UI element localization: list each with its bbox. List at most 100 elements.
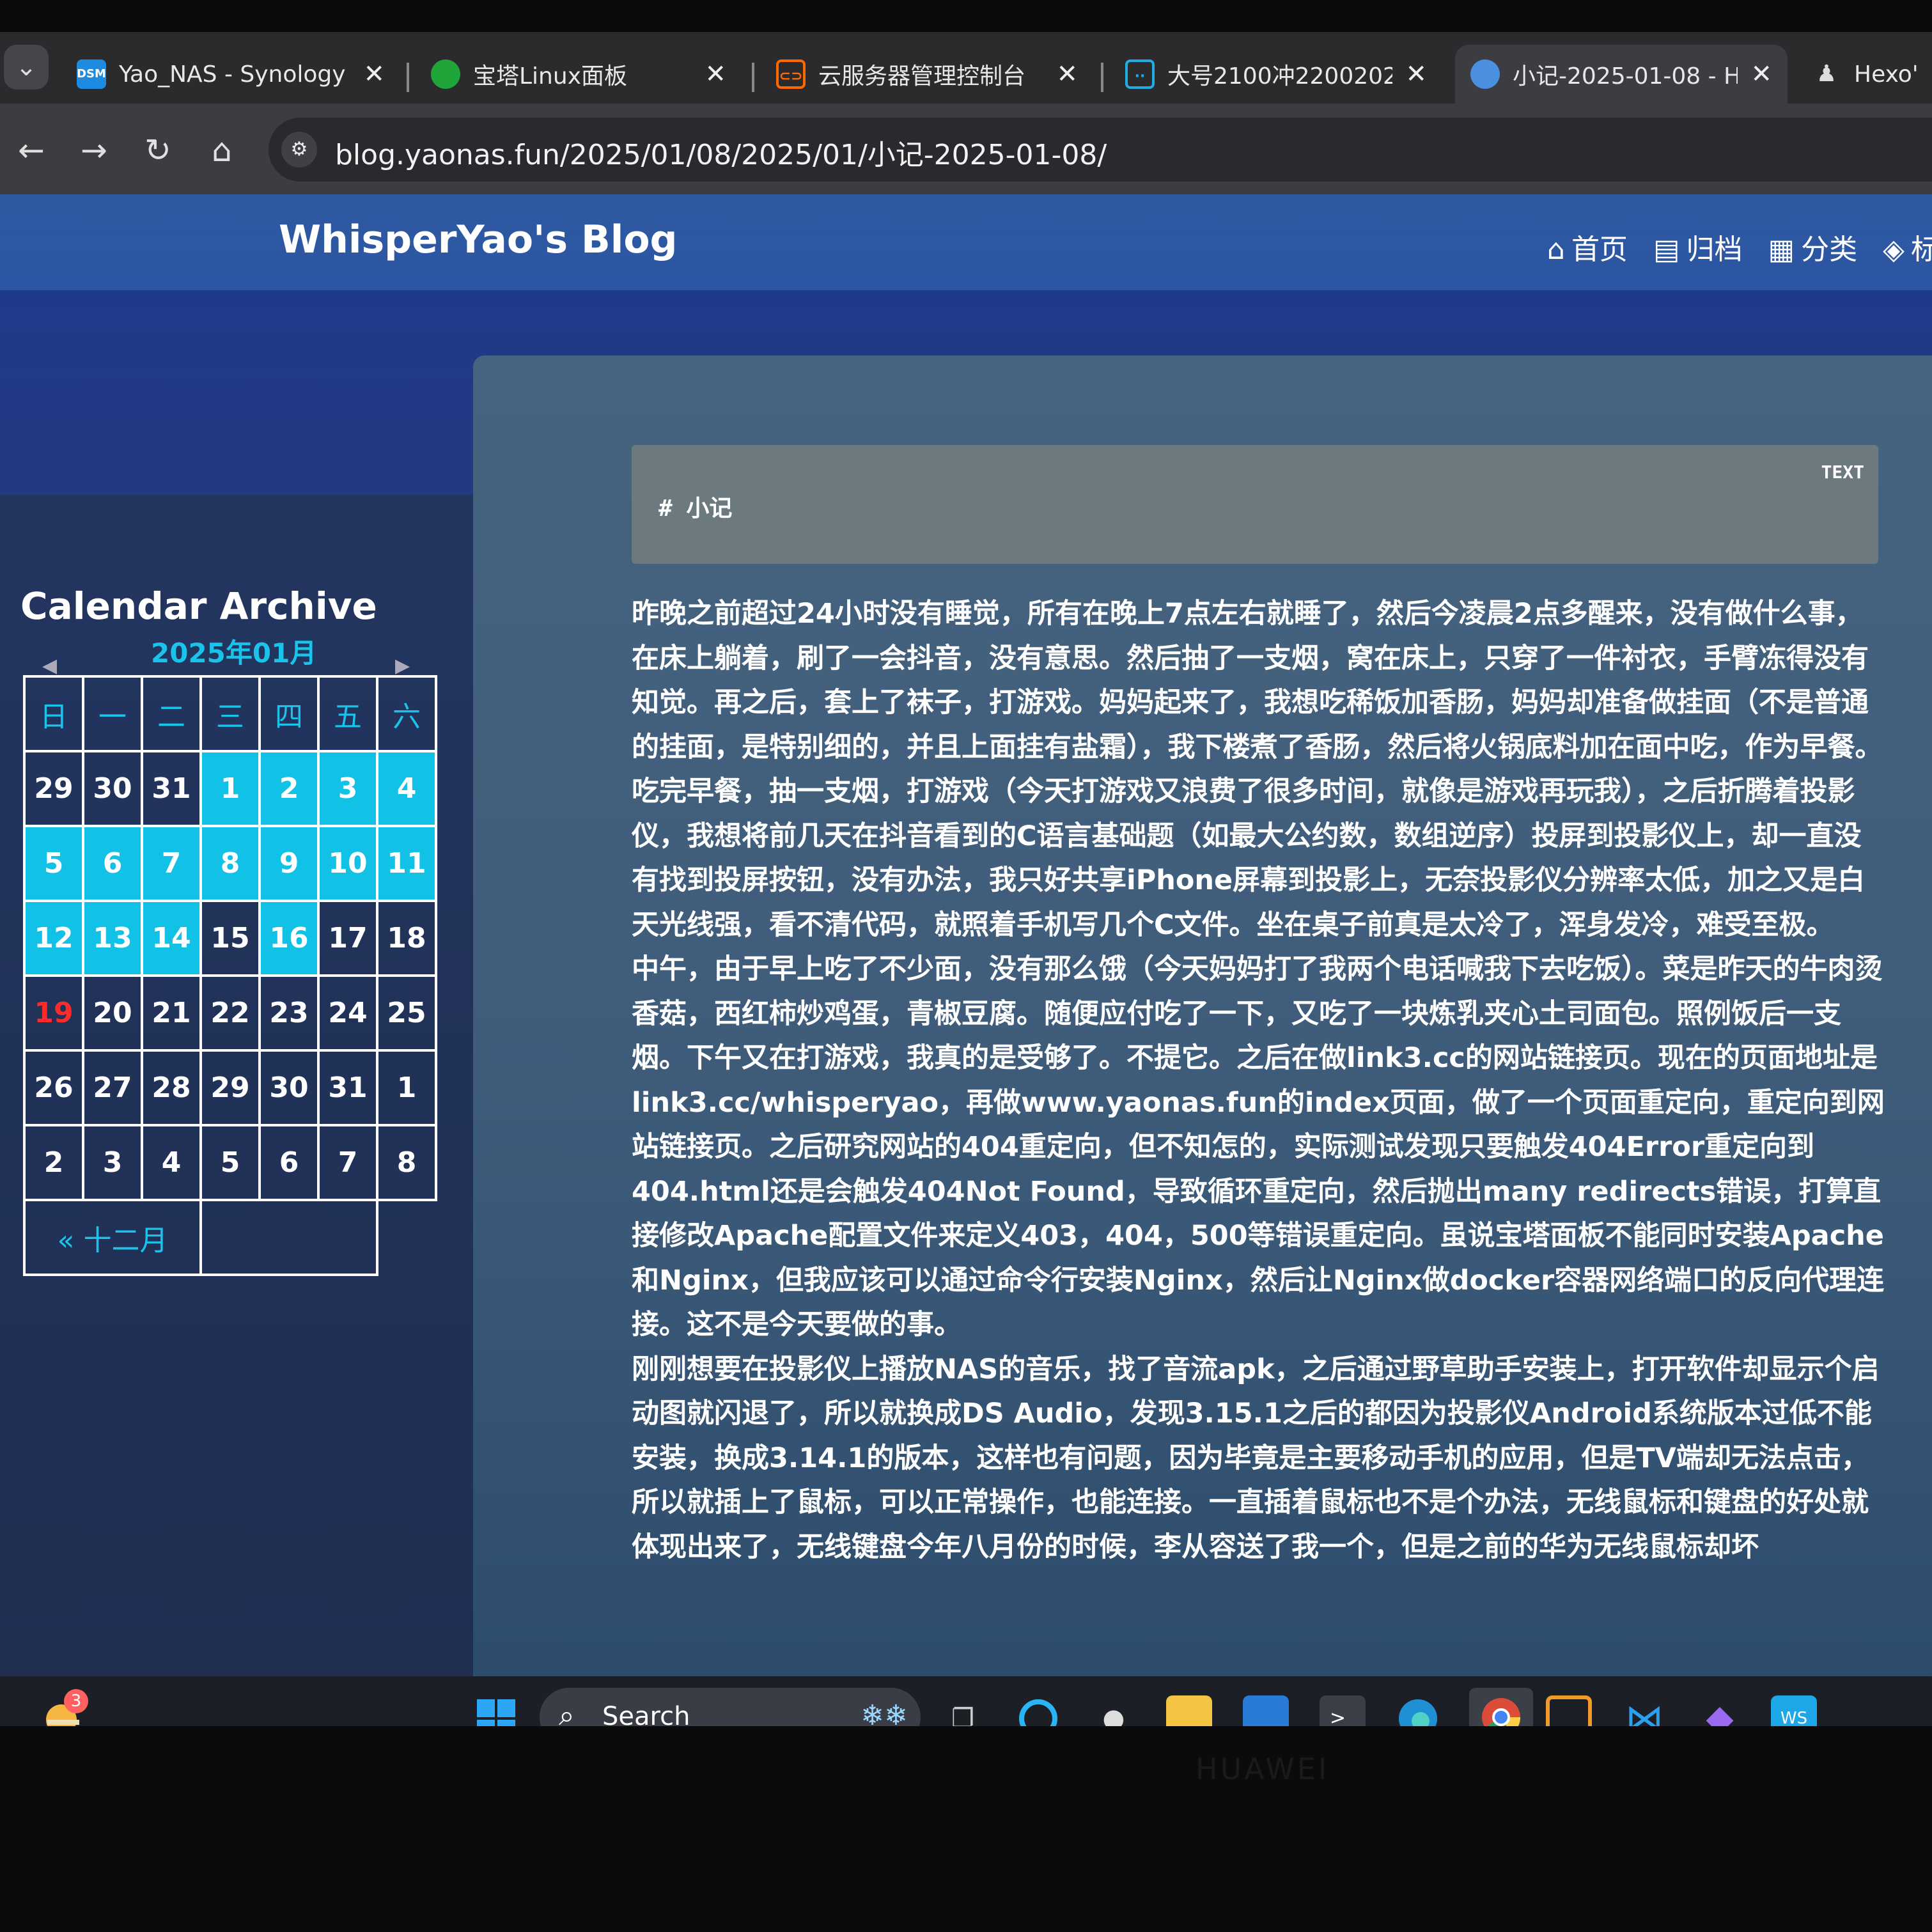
calendar-footer-row: « 十二月 xyxy=(23,1199,436,1276)
nav-archive[interactable]: ▤ 归档 xyxy=(1653,226,1743,267)
calendar-prev-month-link[interactable]: « 十二月 xyxy=(23,1199,202,1276)
close-tab-icon[interactable]: ✕ xyxy=(1056,59,1078,89)
calendar-day-with-post[interactable]: 12 xyxy=(23,900,84,977)
task-view-icon[interactable]: ❐ xyxy=(940,1695,986,1726)
file-explorer-icon[interactable] xyxy=(1166,1695,1212,1726)
site-nav: ⌂ 首页 ▤ 归档 ▦ 分类 ◈ 标 xyxy=(1547,226,1932,267)
paragraph: 昨晚之前超过24小时没有睡觉，所有在晚上7点左右就睡了，然后今凌晨2点多醒来，没… xyxy=(632,598,1883,763)
sidebar: Calendar Archive ◀ 2025年01月 ▶ 日一二三四五六 29 3… xyxy=(0,495,473,1726)
tab-search-button[interactable]: ⌄ xyxy=(4,45,49,90)
calendar-day: 29 xyxy=(23,750,84,827)
close-tab-icon[interactable]: ✕ xyxy=(1405,59,1427,89)
tab-separator xyxy=(752,63,754,92)
tab-title: Hexo's Fi xyxy=(1854,61,1917,88)
post-content: 昨晚之前超过24小时没有睡觉，所有在晚上7点左右就睡了，然后今凌晨2点多醒来，没… xyxy=(632,592,1885,1570)
calendar-next-arrow-icon[interactable]: ▶ xyxy=(395,655,410,677)
nav-label: 归档 xyxy=(1686,233,1743,266)
site-title[interactable]: WhisperYao's Blog xyxy=(279,217,678,262)
nav-home[interactable]: ⌂ 首页 xyxy=(1547,226,1628,267)
calendar-weekday: 一 xyxy=(82,675,143,752)
calendar-week-row: 29 30 31 1 2 3 4 xyxy=(23,750,437,827)
close-tab-icon[interactable]: ✕ xyxy=(705,59,726,89)
site-info-icon[interactable]: ⚙ xyxy=(281,132,317,167)
site-header: WhisperYao's Blog ⌂ 首页 ▤ 归档 ▦ 分类 ◈ 标 xyxy=(0,194,1932,290)
calendar-day: 20 xyxy=(82,974,143,1052)
taskbar-search[interactable]: ⌕ Search ❄❄ xyxy=(540,1688,921,1726)
calendar-day: 29 xyxy=(199,1049,261,1126)
calendar-day-with-post[interactable]: 16 xyxy=(258,900,320,977)
cortana-icon[interactable] xyxy=(1015,1695,1061,1726)
calendar-day-with-post[interactable]: 10 xyxy=(317,825,378,902)
tab-cloud-console[interactable]: ⊂⊃ 云服务器管理控制台 ✕ xyxy=(761,45,1093,104)
tab-hexo-fi[interactable]: ♟ Hexo's Fi xyxy=(1796,45,1932,104)
calendar-prev-arrow-icon[interactable]: ◀ xyxy=(42,655,57,677)
tab-synology[interactable]: DSM Yao_NAS - Synology Dis ✕ xyxy=(61,45,400,104)
calendar-day: 31 xyxy=(317,1049,378,1126)
chrome-icon[interactable] xyxy=(1469,1688,1533,1726)
calendar-day-with-post[interactable]: 11 xyxy=(376,825,437,902)
vscode-icon[interactable]: ⋈ xyxy=(1621,1695,1667,1726)
windows-start-icon[interactable] xyxy=(473,1695,519,1726)
nav-categories[interactable]: ▦ 分类 xyxy=(1768,226,1858,267)
calendar-weekday: 四 xyxy=(258,675,320,752)
calendar-day-with-post[interactable]: 9 xyxy=(258,825,320,902)
reload-icon[interactable]: ↻ xyxy=(136,128,180,173)
calendar-day-with-post[interactable]: 6 xyxy=(82,825,143,902)
weather-widget[interactable]: 3 xyxy=(38,1689,90,1726)
calendar-day-with-post[interactable]: 7 xyxy=(141,825,202,902)
tab-hexo-active[interactable]: 小记-2025-01-08 - Hexo ✕ xyxy=(1455,45,1788,104)
home-icon: ⌂ xyxy=(1547,233,1565,266)
calendar-table: 日一二三四五六 29 30 31 1 2 3 4 5 6 7 8 9 10 11 12 13 14 15 16 17 18… xyxy=(23,675,437,1276)
calendar-empty-cell xyxy=(199,1199,378,1276)
windows-taskbar: 3 ⌕ Search ❄❄ ❐ ● >_ ⋈ ◆ WS xyxy=(0,1676,1932,1726)
user-icon: ♟ xyxy=(1816,61,1837,87)
calendar-day: 27 xyxy=(82,1049,143,1126)
tab-bilibili[interactable]: ·· 大号2100冲22002025-0 ✕ xyxy=(1110,45,1442,104)
close-tab-icon[interactable]: ✕ xyxy=(363,59,385,89)
tab-title: 云服务器管理控制台 xyxy=(818,63,1026,90)
close-tab-icon[interactable]: ✕ xyxy=(1750,59,1772,89)
calendar-week-row: 5 6 7 8 9 10 11 xyxy=(23,825,437,902)
webstorm-icon[interactable]: WS xyxy=(1771,1695,1817,1726)
home-icon[interactable]: ⌂ xyxy=(199,128,244,173)
calendar-day: 21 xyxy=(141,974,202,1052)
calendar-weekday: 三 xyxy=(199,675,261,752)
code-line: # 小记 xyxy=(658,495,733,522)
calendar-day-with-post[interactable]: 1 xyxy=(199,750,261,827)
paragraph: 中午，由于早上吃了不少面，没有那么饿（今天妈妈打了我两个电话喊我下去吃饭）。菜是… xyxy=(632,953,1885,1341)
tv-icon: ·· xyxy=(1125,59,1155,89)
calendar-day-with-post[interactable]: 3 xyxy=(317,750,378,827)
calendar-day: 2 xyxy=(23,1124,84,1201)
post-card: TEXT # 小记 昨晚之前超过24小时没有睡觉，所有在晚上7点左右就睡了，然后… xyxy=(473,355,1932,1726)
back-arrow-icon[interactable]: ← xyxy=(9,128,54,173)
calendar-week-row: 2345678 xyxy=(23,1124,437,1201)
url-text[interactable]: blog.yaonas.fun/2025/01/08/2025/01/小记-20… xyxy=(335,132,1107,173)
nav-tags[interactable]: ◈ 标 xyxy=(1883,226,1932,267)
calendar-week-row: 26 27 28 29 30 31 1 xyxy=(23,1049,437,1126)
paragraph: 刚刚想要在投影仪上播放NAS的音乐，找了音流apk，之后通过野草助手安装上，打开… xyxy=(632,1353,1880,1563)
terminal-icon[interactable]: >_ xyxy=(1320,1695,1366,1726)
calendar-day-with-post[interactable]: 8 xyxy=(199,825,261,902)
onedrive-icon[interactable] xyxy=(1243,1695,1289,1726)
nav-label: 分类 xyxy=(1801,233,1858,266)
edge-icon[interactable] xyxy=(1395,1695,1441,1726)
calendar-day-with-post[interactable]: 2 xyxy=(258,750,320,827)
calendar-day: 24 xyxy=(317,974,378,1052)
address-bar[interactable]: ⚙ blog.yaonas.fun/2025/01/08/2025/01/小记-… xyxy=(269,118,1932,182)
apple-icon[interactable]: ● xyxy=(1091,1695,1137,1726)
calendar-day-with-post[interactable]: 5 xyxy=(23,825,84,902)
web-page: WhisperYao's Blog ⌂ 首页 ▤ 归档 ▦ 分类 ◈ 标 Calenda… xyxy=(0,194,1932,1726)
globe-icon xyxy=(1470,59,1500,89)
calendar-week-row: 12 13 14 15 16 17 18 xyxy=(23,900,437,977)
calendar-day: 30 xyxy=(82,750,143,827)
calendar-day-with-post[interactable]: 4 xyxy=(376,750,437,827)
virtualbox-icon[interactable] xyxy=(1546,1695,1592,1726)
calendar-day: 3 xyxy=(82,1124,143,1201)
tab-baota[interactable]: 宝塔Linux面板 ✕ xyxy=(416,45,742,104)
forward-arrow-icon[interactable]: → xyxy=(72,128,116,173)
obsidian-icon[interactable]: ◆ xyxy=(1697,1695,1743,1726)
calendar-day-with-post[interactable]: 13 xyxy=(82,900,143,977)
search-icon: ⌕ xyxy=(559,1699,575,1726)
shield-icon xyxy=(431,59,460,89)
calendar-day-with-post[interactable]: 14 xyxy=(141,900,202,977)
